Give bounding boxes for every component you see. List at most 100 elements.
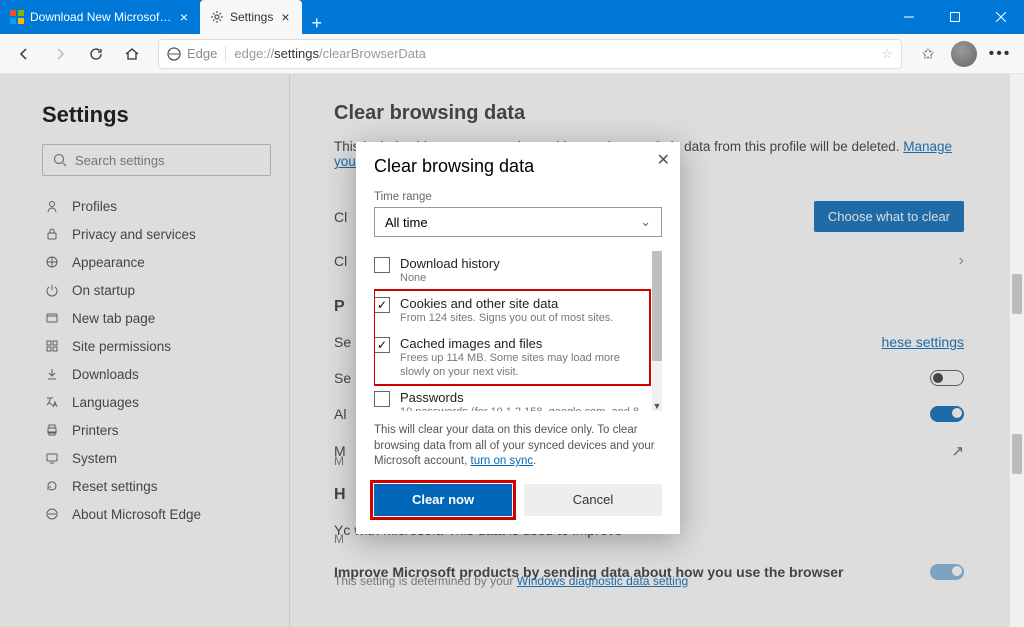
clear-item-cookies[interactable]: Cookies and other site dataFrom 124 site…: [374, 291, 650, 330]
clear-item-cache[interactable]: Cached images and filesFrees up 114 MB. …: [374, 331, 650, 385]
tab-title: Settings: [230, 10, 273, 24]
sidebar-item-label: Appearance: [72, 255, 145, 270]
favorite-star-icon[interactable]: ☆: [881, 46, 893, 62]
favorites-button[interactable]: ✩: [912, 38, 944, 70]
home-button[interactable]: [116, 38, 148, 70]
language-icon: [44, 395, 60, 409]
newtab-icon: [44, 311, 60, 325]
close-icon[interactable]: ×: [178, 9, 190, 25]
time-range-select[interactable]: All time ⌄: [374, 207, 662, 237]
choose-what-to-clear-button[interactable]: Choose what to clear: [814, 201, 964, 232]
toggle-diagnostic[interactable]: [930, 564, 964, 580]
sidebar-item-permissions[interactable]: Site permissions: [42, 332, 271, 360]
clear-now-button[interactable]: Clear now: [374, 484, 512, 516]
search-input[interactable]: [75, 153, 260, 168]
search-settings[interactable]: [42, 144, 271, 176]
chevron-right-icon: ›: [959, 252, 964, 270]
clear-items-list: Download historyNone Cookies and other s…: [374, 251, 662, 411]
close-window-button[interactable]: [978, 0, 1024, 34]
item-title: Cached images and files: [400, 336, 650, 351]
sidebar-item-label: About Microsoft Edge: [72, 507, 201, 522]
sidebar-item-privacy[interactable]: Privacy and services: [42, 220, 271, 248]
maximize-button[interactable]: [932, 0, 978, 34]
popout-icon: ↗: [951, 442, 964, 460]
sidebar-item-printers[interactable]: Printers: [42, 416, 271, 444]
item-title: Passwords: [400, 390, 650, 405]
sidebar-item-reset[interactable]: Reset settings: [42, 472, 271, 500]
refresh-button[interactable]: [80, 38, 112, 70]
tab-settings[interactable]: Settings ×: [200, 0, 302, 34]
new-tab-button[interactable]: +: [302, 13, 333, 34]
address-bar[interactable]: Edge edge://settings/clearBrowserData ☆: [158, 39, 902, 69]
row-label: Cl: [334, 209, 347, 225]
chevron-down-icon: ⌄: [640, 214, 651, 230]
dialog-title: Clear browsing data: [374, 156, 662, 177]
sidebar-item-downloads[interactable]: Downloads: [42, 360, 271, 388]
clear-item-download-history[interactable]: Download historyNone: [374, 251, 650, 290]
item-title: Cookies and other site data: [400, 296, 613, 311]
back-button[interactable]: [8, 38, 40, 70]
gear-icon: [210, 10, 224, 24]
avatar: [951, 41, 977, 67]
tabs-strip: Download New Microsoft Edge | × Settings…: [0, 0, 886, 34]
dialog-close-button[interactable]: ✕: [657, 150, 670, 170]
sidebar-item-languages[interactable]: Languages: [42, 388, 271, 416]
close-icon[interactable]: ×: [279, 9, 291, 25]
clear-item-passwords[interactable]: Passwords10 passwords (for 10.1.2.158, g…: [374, 385, 650, 411]
permissions-icon: [44, 339, 60, 353]
checkbox[interactable]: [374, 297, 390, 313]
sidebar-item-about[interactable]: About Microsoft Edge: [42, 500, 271, 528]
minimize-button[interactable]: [886, 0, 932, 34]
tab-download-edge[interactable]: Download New Microsoft Edge | ×: [0, 0, 200, 34]
sidebar-item-system[interactable]: System: [42, 444, 271, 472]
identity-label: Edge: [187, 46, 217, 61]
system-icon: [44, 451, 60, 465]
scroll-down-icon[interactable]: ▼: [652, 401, 662, 411]
turn-on-sync-link[interactable]: turn on sync: [471, 455, 534, 467]
download-icon: [44, 367, 60, 381]
toggle-defender[interactable]: [930, 406, 964, 422]
sidebar-item-label: On startup: [72, 283, 135, 298]
sidebar-item-newtab[interactable]: New tab page: [42, 304, 271, 332]
sidebar-item-startup[interactable]: On startup: [42, 276, 271, 304]
url-text: edge://settings/clearBrowserData: [234, 46, 873, 61]
sidebar-item-label: Languages: [72, 395, 139, 410]
checkbox[interactable]: [374, 391, 390, 407]
sidebar-item-profiles[interactable]: Profiles: [42, 192, 271, 220]
tab-title: Download New Microsoft Edge |: [30, 10, 172, 24]
sidebar-title: Settings: [42, 102, 271, 128]
window-controls: [886, 0, 1024, 34]
ms-logo-icon: [10, 10, 24, 24]
cancel-button[interactable]: Cancel: [524, 484, 662, 516]
item-desc: 10 passwords (for 10.1.2.158, google.com…: [400, 405, 650, 411]
item-desc: None: [400, 271, 500, 285]
toggle-dnt[interactable]: [930, 370, 964, 386]
sidebar-item-label: Reset settings: [72, 479, 158, 494]
sidebar-item-appearance[interactable]: Appearance: [42, 248, 271, 276]
clear-browsing-data-dialog: ✕ Clear browsing data Time range All tim…: [356, 142, 680, 534]
sidebar-item-label: System: [72, 451, 117, 466]
sidebar-item-label: Printers: [72, 423, 119, 438]
item-title: Download history: [400, 256, 500, 271]
scroll-thumb[interactable]: [652, 251, 662, 361]
page-heading: Clear browsing data: [334, 102, 964, 125]
profile-button[interactable]: [948, 38, 980, 70]
page-scrollbar[interactable]: [1010, 74, 1024, 627]
sidebar-item-label: New tab page: [72, 311, 155, 326]
diagnostic-link[interactable]: Windows diagnostic data setting: [517, 574, 688, 588]
browser-toolbar: Edge edge://settings/clearBrowserData ☆ …: [0, 34, 1024, 74]
window-titlebar: Download New Microsoft Edge | × Settings…: [0, 0, 1024, 34]
forward-button[interactable]: [44, 38, 76, 70]
lock-icon: [44, 227, 60, 241]
identity-chip: Edge: [167, 46, 226, 61]
person-icon: [44, 199, 60, 213]
dialog-disclaimer: This will clear your data on this device…: [374, 423, 662, 470]
checkbox[interactable]: [374, 337, 390, 353]
settings-sidebar: Settings Profiles Privacy and services A…: [0, 74, 290, 627]
sidebar-item-label: Downloads: [72, 367, 139, 382]
these-settings-link[interactable]: hese settings: [882, 334, 965, 350]
sidebar-item-label: Profiles: [72, 199, 117, 214]
checkbox[interactable]: [374, 257, 390, 273]
more-menu-button[interactable]: •••: [984, 38, 1016, 70]
search-icon: [53, 153, 67, 167]
